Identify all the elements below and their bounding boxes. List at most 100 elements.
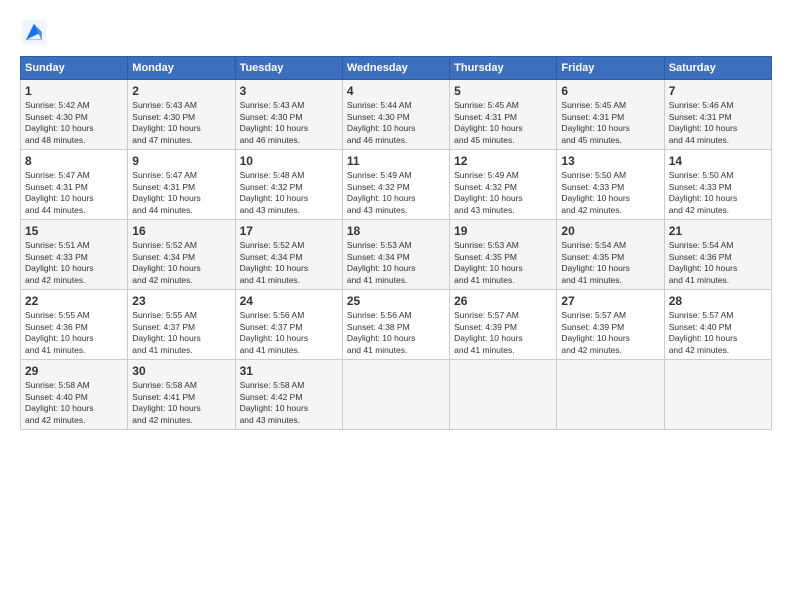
day-number: 1 <box>25 83 123 99</box>
day-number: 14 <box>669 153 767 169</box>
col-header-thursday: Thursday <box>450 57 557 80</box>
cell-line: Daylight: 10 hours <box>132 403 230 414</box>
calendar-cell: 21Sunrise: 5:54 AMSunset: 4:36 PMDayligh… <box>664 220 771 290</box>
cell-line: Daylight: 10 hours <box>561 123 659 134</box>
cell-line: Sunset: 4:37 PM <box>132 322 230 333</box>
cell-line: and 41 minutes. <box>347 275 445 286</box>
cell-line: Sunset: 4:36 PM <box>25 322 123 333</box>
cell-line: Sunset: 4:30 PM <box>25 112 123 123</box>
cell-line: Sunset: 4:35 PM <box>454 252 552 263</box>
cell-line: and 44 minutes. <box>25 205 123 216</box>
cell-line: and 44 minutes. <box>132 205 230 216</box>
cell-line: Sunset: 4:32 PM <box>454 182 552 193</box>
cell-line: Daylight: 10 hours <box>240 193 338 204</box>
cell-line: and 46 minutes. <box>347 135 445 146</box>
cell-line: Sunrise: 5:43 AM <box>132 100 230 111</box>
day-number: 7 <box>669 83 767 99</box>
col-header-wednesday: Wednesday <box>342 57 449 80</box>
cell-line: Sunset: 4:36 PM <box>669 252 767 263</box>
cell-line: Daylight: 10 hours <box>25 193 123 204</box>
calendar-cell: 2Sunrise: 5:43 AMSunset: 4:30 PMDaylight… <box>128 80 235 150</box>
cell-line: Sunset: 4:38 PM <box>347 322 445 333</box>
col-header-friday: Friday <box>557 57 664 80</box>
cell-line: Daylight: 10 hours <box>240 263 338 274</box>
day-number: 23 <box>132 293 230 309</box>
cell-line: and 41 minutes. <box>454 345 552 356</box>
calendar-cell: 24Sunrise: 5:56 AMSunset: 4:37 PMDayligh… <box>235 290 342 360</box>
cell-line: Sunrise: 5:56 AM <box>240 310 338 321</box>
cell-line: Sunset: 4:40 PM <box>669 322 767 333</box>
cell-line: Sunrise: 5:58 AM <box>132 380 230 391</box>
cell-line: and 41 minutes. <box>240 345 338 356</box>
cell-line: Sunrise: 5:53 AM <box>454 240 552 251</box>
cell-line: Sunrise: 5:52 AM <box>240 240 338 251</box>
cell-line: Sunset: 4:35 PM <box>561 252 659 263</box>
day-number: 27 <box>561 293 659 309</box>
calendar-cell: 29Sunrise: 5:58 AMSunset: 4:40 PMDayligh… <box>21 360 128 430</box>
day-number: 28 <box>669 293 767 309</box>
cell-line: and 41 minutes. <box>347 345 445 356</box>
cell-line: and 42 minutes. <box>132 275 230 286</box>
week-row-4: 22Sunrise: 5:55 AMSunset: 4:36 PMDayligh… <box>21 290 772 360</box>
cell-line: Daylight: 10 hours <box>669 193 767 204</box>
calendar-cell <box>342 360 449 430</box>
calendar-cell: 6Sunrise: 5:45 AMSunset: 4:31 PMDaylight… <box>557 80 664 150</box>
calendar-cell: 17Sunrise: 5:52 AMSunset: 4:34 PMDayligh… <box>235 220 342 290</box>
cell-line: Sunset: 4:40 PM <box>25 392 123 403</box>
calendar-cell <box>450 360 557 430</box>
cell-line: Sunset: 4:33 PM <box>669 182 767 193</box>
cell-line: Sunrise: 5:48 AM <box>240 170 338 181</box>
col-header-tuesday: Tuesday <box>235 57 342 80</box>
calendar-cell: 20Sunrise: 5:54 AMSunset: 4:35 PMDayligh… <box>557 220 664 290</box>
calendar-cell: 15Sunrise: 5:51 AMSunset: 4:33 PMDayligh… <box>21 220 128 290</box>
cell-line: Sunset: 4:39 PM <box>454 322 552 333</box>
day-number: 24 <box>240 293 338 309</box>
cell-line: Sunrise: 5:42 AM <box>25 100 123 111</box>
cell-line: and 42 minutes. <box>669 205 767 216</box>
cell-line: Daylight: 10 hours <box>347 333 445 344</box>
cell-line: and 45 minutes. <box>561 135 659 146</box>
cell-line: Sunrise: 5:50 AM <box>669 170 767 181</box>
day-number: 19 <box>454 223 552 239</box>
calendar-cell: 1Sunrise: 5:42 AMSunset: 4:30 PMDaylight… <box>21 80 128 150</box>
day-number: 16 <box>132 223 230 239</box>
calendar-cell: 13Sunrise: 5:50 AMSunset: 4:33 PMDayligh… <box>557 150 664 220</box>
cell-line: Daylight: 10 hours <box>25 263 123 274</box>
cell-line: Sunset: 4:34 PM <box>132 252 230 263</box>
day-number: 15 <box>25 223 123 239</box>
cell-line: Sunset: 4:31 PM <box>25 182 123 193</box>
logo-icon <box>20 18 48 46</box>
calendar-cell: 11Sunrise: 5:49 AMSunset: 4:32 PMDayligh… <box>342 150 449 220</box>
cell-line: and 42 minutes. <box>25 415 123 426</box>
cell-line: Sunrise: 5:58 AM <box>25 380 123 391</box>
calendar-cell: 25Sunrise: 5:56 AMSunset: 4:38 PMDayligh… <box>342 290 449 360</box>
cell-line: Sunset: 4:30 PM <box>240 112 338 123</box>
cell-line: Daylight: 10 hours <box>240 123 338 134</box>
calendar-cell: 9Sunrise: 5:47 AMSunset: 4:31 PMDaylight… <box>128 150 235 220</box>
cell-line: and 42 minutes. <box>669 345 767 356</box>
col-header-saturday: Saturday <box>664 57 771 80</box>
header-row: SundayMondayTuesdayWednesdayThursdayFrid… <box>21 57 772 80</box>
cell-line: Sunset: 4:34 PM <box>347 252 445 263</box>
calendar-cell: 10Sunrise: 5:48 AMSunset: 4:32 PMDayligh… <box>235 150 342 220</box>
day-number: 3 <box>240 83 338 99</box>
cell-line: and 43 minutes. <box>240 415 338 426</box>
week-row-2: 8Sunrise: 5:47 AMSunset: 4:31 PMDaylight… <box>21 150 772 220</box>
day-number: 17 <box>240 223 338 239</box>
cell-line: Sunset: 4:37 PM <box>240 322 338 333</box>
calendar-cell: 3Sunrise: 5:43 AMSunset: 4:30 PMDaylight… <box>235 80 342 150</box>
cell-line: Sunrise: 5:55 AM <box>25 310 123 321</box>
cell-line: Sunset: 4:31 PM <box>132 182 230 193</box>
logo <box>20 18 52 46</box>
day-number: 11 <box>347 153 445 169</box>
cell-line: Sunrise: 5:51 AM <box>25 240 123 251</box>
cell-line: Sunrise: 5:58 AM <box>240 380 338 391</box>
cell-line: Sunrise: 5:57 AM <box>669 310 767 321</box>
calendar-cell: 22Sunrise: 5:55 AMSunset: 4:36 PMDayligh… <box>21 290 128 360</box>
cell-line: Sunrise: 5:46 AM <box>669 100 767 111</box>
cell-line: Sunrise: 5:45 AM <box>454 100 552 111</box>
day-number: 8 <box>25 153 123 169</box>
cell-line: Sunrise: 5:50 AM <box>561 170 659 181</box>
cell-line: Sunrise: 5:45 AM <box>561 100 659 111</box>
cell-line: Sunrise: 5:53 AM <box>347 240 445 251</box>
